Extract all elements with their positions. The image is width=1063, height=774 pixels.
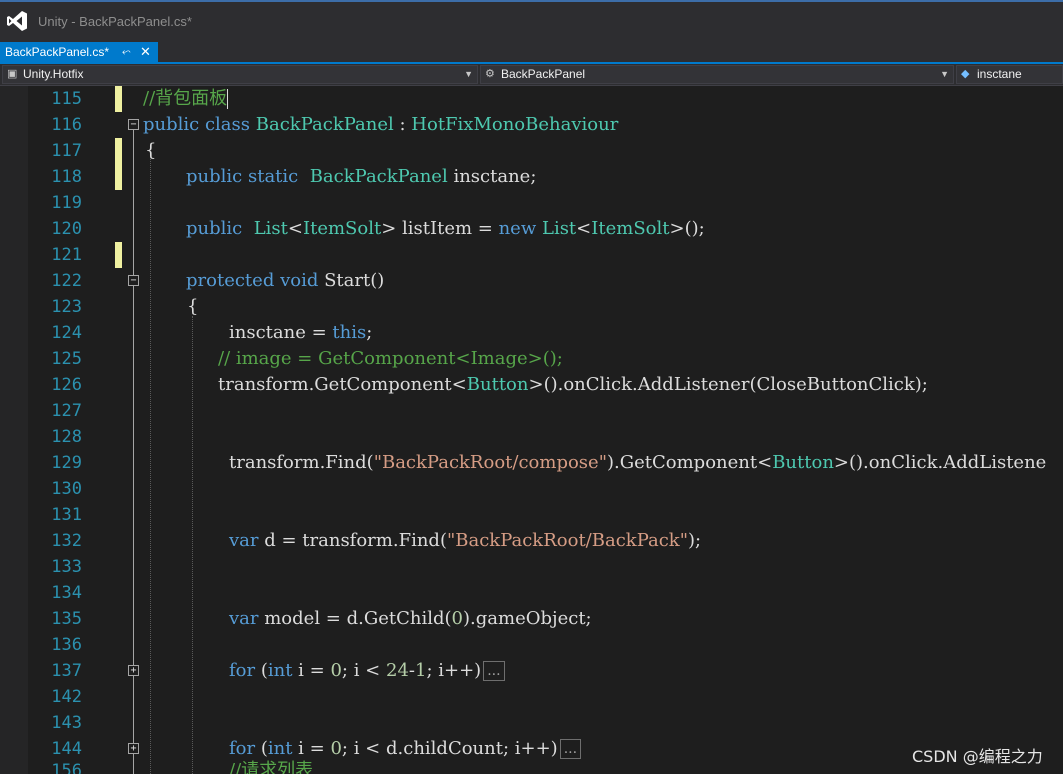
line-number: 126 [51, 375, 82, 395]
line-number: 120 [51, 219, 82, 239]
navigation-bar: ▣ Unity.Hotfix ▼ ⚙ BackPackPanel ▼ ◆ ins… [0, 64, 1063, 86]
code-line: 133 [0, 554, 1063, 580]
member-dropdown[interactable]: ◆ insctane [956, 65, 1063, 84]
expand-toggle-icon[interactable]: + [128, 665, 139, 676]
tab-backpackpanel[interactable]: BackPackPanel.cs* ⬿ ✕ [0, 42, 158, 62]
line-number: 142 [51, 687, 82, 707]
type-dropdown[interactable]: ⚙ BackPackPanel ▼ [480, 65, 954, 84]
line-number: 132 [51, 531, 82, 551]
code-text: protected void Start() [186, 270, 385, 291]
collapse-toggle-icon[interactable]: − [128, 275, 139, 286]
code-comment: //背包面板 [143, 88, 229, 109]
line-number: 119 [51, 193, 82, 213]
code-comment: // image = GetComponent<Image>(); [218, 348, 563, 369]
code-text: public class BackPackPanel : HotFixMonoB… [143, 114, 619, 135]
code-line: 115 //背包面板 [0, 86, 1063, 112]
code-line: 124 insctane = this; [0, 320, 1063, 346]
code-line: 132 var d = transform.Find("BackPackRoot… [0, 528, 1063, 554]
code-line: 125 // image = GetComponent<Image>(); [0, 346, 1063, 372]
class-icon: ⚙ [485, 68, 495, 80]
code-line: 121 [0, 242, 1063, 268]
collapse-toggle-icon[interactable]: − [128, 119, 139, 130]
line-number: 135 [51, 609, 82, 629]
document-tab-strip: BackPackPanel.cs* ⬿ ✕ [0, 42, 1063, 64]
close-icon[interactable]: ✕ [140, 42, 151, 62]
line-number: 117 [51, 141, 82, 161]
line-number: 131 [51, 505, 82, 525]
chevron-down-icon: ▼ [940, 69, 949, 79]
code-line: 118 public static BackPackPanel insctane… [0, 164, 1063, 190]
title-bar: Unity - BackPackPanel.cs* [0, 0, 1063, 42]
code-text: public List<ItemSolt> listItem = new Lis… [186, 218, 705, 239]
code-line: 131 [0, 502, 1063, 528]
watermark: CSDN @编程之力 [912, 747, 1043, 766]
collapsed-block-button[interactable]: ... [559, 739, 582, 759]
code-text: { [145, 140, 157, 161]
line-number: 124 [51, 323, 82, 343]
code-text: public static BackPackPanel insctane; [186, 166, 537, 187]
line-number: 123 [51, 297, 82, 317]
code-line: 126 transform.GetComponent<Button>().onC… [0, 372, 1063, 398]
expand-toggle-icon[interactable]: + [128, 743, 139, 754]
code-line: 127 [0, 398, 1063, 424]
code-line: 129 transform.Find("BackPackRoot/compose… [0, 450, 1063, 476]
code-text: transform.Find("BackPackRoot/compose").G… [229, 452, 1047, 473]
code-line: 136 [0, 632, 1063, 658]
project-label: Unity.Hotfix [23, 67, 84, 81]
line-number: 118 [51, 167, 82, 187]
line-number: 122 [51, 271, 82, 291]
line-number: 136 [51, 635, 82, 655]
code-text: insctane = this; [229, 322, 373, 343]
code-line: 142 [0, 684, 1063, 710]
code-text: transform.GetComponent<Button>().onClick… [218, 374, 928, 395]
window-title: Unity - BackPackPanel.cs* [38, 14, 192, 29]
line-number: 156 [51, 761, 82, 774]
code-text: for (int i = 0; i < 24-1; i++)... [229, 658, 505, 684]
line-number: 116 [51, 115, 82, 135]
project-icon: ▣ [7, 68, 18, 80]
line-number: 128 [51, 427, 82, 447]
type-label: BackPackPanel [501, 67, 586, 81]
code-line: 123 { [0, 294, 1063, 320]
line-number: 115 [51, 89, 82, 109]
code-line: 130 [0, 476, 1063, 502]
tab-label: BackPackPanel.cs* [5, 45, 110, 59]
code-line: 120 public List<ItemSolt> listItem = new… [0, 216, 1063, 242]
code-comment: //请求列表 [229, 760, 314, 774]
code-text: var model = d.GetChild(0).gameObject; [229, 608, 592, 629]
field-icon: ◆ [961, 68, 970, 80]
code-editor[interactable]: 115 //背包面板 116 − public class BackPackPa… [0, 86, 1063, 774]
code-line: 156 //请求列表 [0, 758, 1063, 774]
code-line: 143 [0, 710, 1063, 736]
line-number: 127 [51, 401, 82, 421]
line-number: 130 [51, 479, 82, 499]
project-dropdown[interactable]: ▣ Unity.Hotfix ▼ [2, 65, 478, 84]
code-text: { [187, 296, 199, 317]
line-number: 137 [51, 661, 82, 681]
line-number: 133 [51, 557, 82, 577]
collapsed-block-button[interactable]: ... [483, 661, 505, 681]
code-line: 117 { [0, 138, 1063, 164]
line-number: 143 [51, 713, 82, 733]
code-text: var d = transform.Find("BackPackRoot/Bac… [229, 530, 702, 551]
line-number: 125 [51, 349, 82, 369]
code-line: 116 − public class BackPackPanel : HotFi… [0, 112, 1063, 138]
pin-icon[interactable]: ⬿ [122, 42, 131, 62]
visual-studio-logo-icon [7, 11, 27, 31]
code-line: 137 + for (int i = 0; i < 24-1; i++)... [0, 658, 1063, 684]
code-line: 134 [0, 580, 1063, 606]
line-number: 129 [51, 453, 82, 473]
line-number: 134 [51, 583, 82, 603]
text-caret [227, 89, 229, 109]
code-line: 119 [0, 190, 1063, 216]
code-line: 128 [0, 424, 1063, 450]
member-label: insctane [977, 67, 1022, 81]
line-number: 121 [51, 245, 82, 265]
chevron-down-icon: ▼ [464, 69, 473, 79]
code-line: 122 − protected void Start() [0, 268, 1063, 294]
code-line: 135 var model = d.GetChild(0).gameObject… [0, 606, 1063, 632]
